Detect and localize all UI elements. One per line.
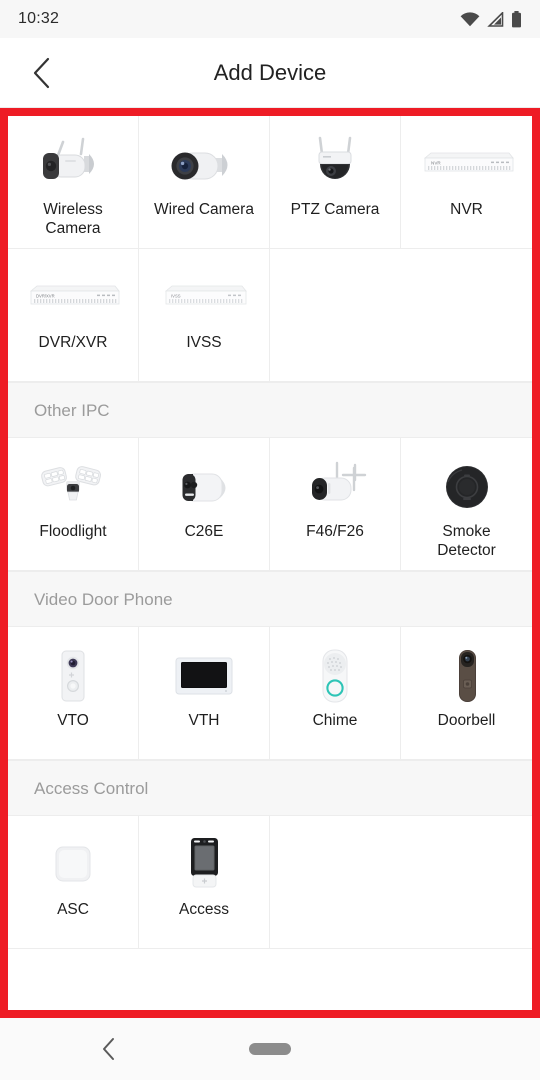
device-label: Access [179,901,229,918]
device-label: Wired Camera [154,201,254,218]
dvr-recorder-icon: DVR/XVR [23,267,123,329]
nav-back-icon[interactable] [100,1036,118,1062]
ivss-recorder-icon: IVSS [154,267,254,329]
floodlight-camera-icon [23,456,123,518]
nvr-recorder-icon: NVR [417,134,517,196]
device-item-doorbell[interactable]: Doorbell [401,627,532,760]
section-header-other-ipc: Other IPC [8,382,532,438]
device-item-asc[interactable]: ASC [8,816,139,949]
f46-f26-camera-icon [285,456,385,518]
device-item-c26e[interactable]: C26E [139,438,270,571]
device-item-access[interactable]: Access [139,816,270,949]
device-item-chime[interactable]: Chime [270,627,401,760]
device-item-wireless-camera[interactable]: Wireless Camera [8,116,139,249]
device-label: IVSS [186,334,222,351]
vth-indoor-monitor-icon [154,645,254,707]
asc-controller-icon [23,834,123,896]
wired-bullet-camera-icon [154,134,254,196]
ivss-device-text: IVSS [171,294,181,299]
chevron-left-icon [31,56,53,90]
wifi-icon [460,11,480,27]
dvr-device-text: DVR/XVR [36,294,55,299]
smoke-detector-icon [417,456,517,518]
device-item-ptz-camera[interactable]: PTZ Camera [270,116,401,249]
device-item-vto[interactable]: VTO [8,627,139,760]
device-label: C26E [184,523,224,540]
device-label: Smoke Detector [437,523,496,560]
device-item-vth[interactable]: VTH [139,627,270,760]
system-navigation-bar [0,1018,540,1080]
device-label: VTH [188,712,220,729]
header-back-button[interactable] [14,45,70,101]
chime-icon [285,645,385,707]
device-label: VTO [57,712,89,729]
cellular-signal-icon [487,11,504,27]
device-item-f46-f26[interactable]: F46/F26 [270,438,401,571]
device-label: Doorbell [437,712,496,729]
section-header-access-control: Access Control [8,760,532,816]
grid-placeholder [401,816,532,949]
home-pill-indicator[interactable] [249,1043,291,1055]
device-label: ASC [57,901,89,918]
c26e-camera-icon [154,456,254,518]
device-item-dvr-xvr[interactable]: DVR/XVR DVR/XVR [8,249,139,382]
device-type-list[interactable]: Wireless Camera Wired Camera PTZ Camera … [8,116,532,1010]
device-label: DVR/XVR [38,334,108,351]
device-item-wired-camera[interactable]: Wired Camera [139,116,270,249]
annotated-content-region: Wireless Camera Wired Camera PTZ Camera … [0,108,540,1018]
device-label: Chime [312,712,358,729]
device-label: F46/F26 [306,523,364,540]
device-grid-access-control: ASC Access [8,816,532,949]
device-grid-video-door-phone: VTO VTH Chime Doorbell [8,627,532,760]
page-title: Add Device [213,59,327,85]
app-header: Add Device [0,38,540,108]
device-item-nvr[interactable]: NVR NVR [401,116,532,249]
ptz-dome-camera-icon [285,134,385,196]
device-item-floodlight[interactable]: Floodlight [8,438,139,571]
nvr-device-text: NVR [431,161,441,166]
battery-icon [511,10,522,28]
section-header-video-door-phone: Video Door Phone [8,571,532,627]
device-label: PTZ Camera [290,201,380,218]
device-label: Floodlight [39,523,107,540]
grid-placeholder [401,249,532,382]
device-item-ivss[interactable]: IVSS IVSS [139,249,270,382]
device-grid-cameras: Wireless Camera Wired Camera PTZ Camera … [8,116,532,382]
device-item-smoke-detector[interactable]: Smoke Detector [401,438,532,571]
status-time: 10:32 [18,10,60,27]
access-terminal-icon [154,834,254,896]
wireless-bullet-camera-icon [23,134,123,196]
status-icon-group [460,10,522,28]
doorbell-icon [417,645,517,707]
phone-screen: 10:32 Add Device Wireless Camera Wired C… [0,0,540,1080]
vto-door-station-icon [23,645,123,707]
grid-placeholder [270,249,401,382]
grid-placeholder [270,816,401,949]
device-grid-other-ipc: Floodlight C26E F46/F26 Smoke Detector [8,438,532,571]
status-bar: 10:32 [0,0,540,38]
device-label: Wireless Camera [43,201,103,238]
device-label: NVR [450,201,483,218]
